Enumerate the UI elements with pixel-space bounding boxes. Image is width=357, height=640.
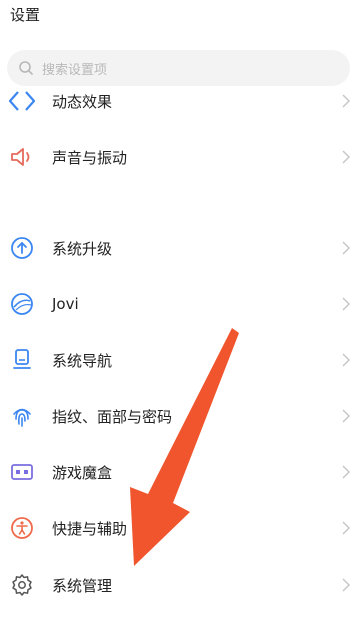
fingerprint-icon — [8, 402, 36, 430]
chevron-right-icon — [342, 353, 351, 367]
menu-item-jovi[interactable]: Jovi — [0, 284, 357, 324]
menu-item-label: 声音与振动 — [52, 148, 128, 167]
chevron-right-icon — [342, 409, 351, 423]
menu-item-system-management[interactable]: 系统管理 — [0, 565, 357, 605]
menu-item-label: 指纹、面部与密码 — [52, 407, 173, 426]
menu-item-animation[interactable]: 动态效果 — [0, 81, 357, 121]
gear-icon — [8, 571, 36, 599]
menu-item-label: 系统管理 — [52, 576, 113, 595]
chevron-right-icon — [342, 521, 351, 535]
menu-item-fingerprint[interactable]: 指纹、面部与密码 — [0, 396, 357, 436]
search-icon — [19, 61, 33, 75]
menu-item-sound[interactable]: 声音与振动 — [0, 137, 357, 177]
menu-item-label: Jovi — [52, 295, 79, 313]
page-title: 设置 — [10, 6, 41, 24]
search-placeholder: 搜索设置项 — [42, 62, 108, 78]
chevron-right-icon — [342, 578, 351, 592]
menu-item-label: 系统导航 — [52, 351, 113, 370]
chevron-right-icon — [342, 465, 351, 479]
menu-item-label: 快捷与辅助 — [52, 519, 128, 538]
menu-item-label: 游戏魔盒 — [52, 463, 113, 482]
system-update-icon — [8, 234, 36, 262]
accessibility-icon — [8, 514, 36, 542]
chevron-right-icon — [342, 150, 351, 164]
menu-item-label: 动态效果 — [52, 92, 113, 111]
menu-item-system-navigation[interactable]: 系统导航 — [0, 340, 357, 380]
game-box-icon — [8, 458, 36, 486]
menu-item-label: 系统升级 — [52, 239, 113, 258]
animation-effect-icon — [8, 87, 36, 115]
system-navigation-icon — [8, 346, 36, 374]
menu-item-accessibility[interactable]: 快捷与辅助 — [0, 508, 357, 548]
chevron-right-icon — [342, 94, 351, 108]
menu-item-system-update[interactable]: 系统升级 — [0, 228, 357, 268]
chevron-right-icon — [342, 241, 351, 255]
jovi-icon — [8, 290, 36, 318]
chevron-right-icon — [342, 297, 351, 311]
speaker-icon — [8, 143, 36, 171]
menu-item-game-box[interactable]: 游戏魔盒 — [0, 452, 357, 492]
